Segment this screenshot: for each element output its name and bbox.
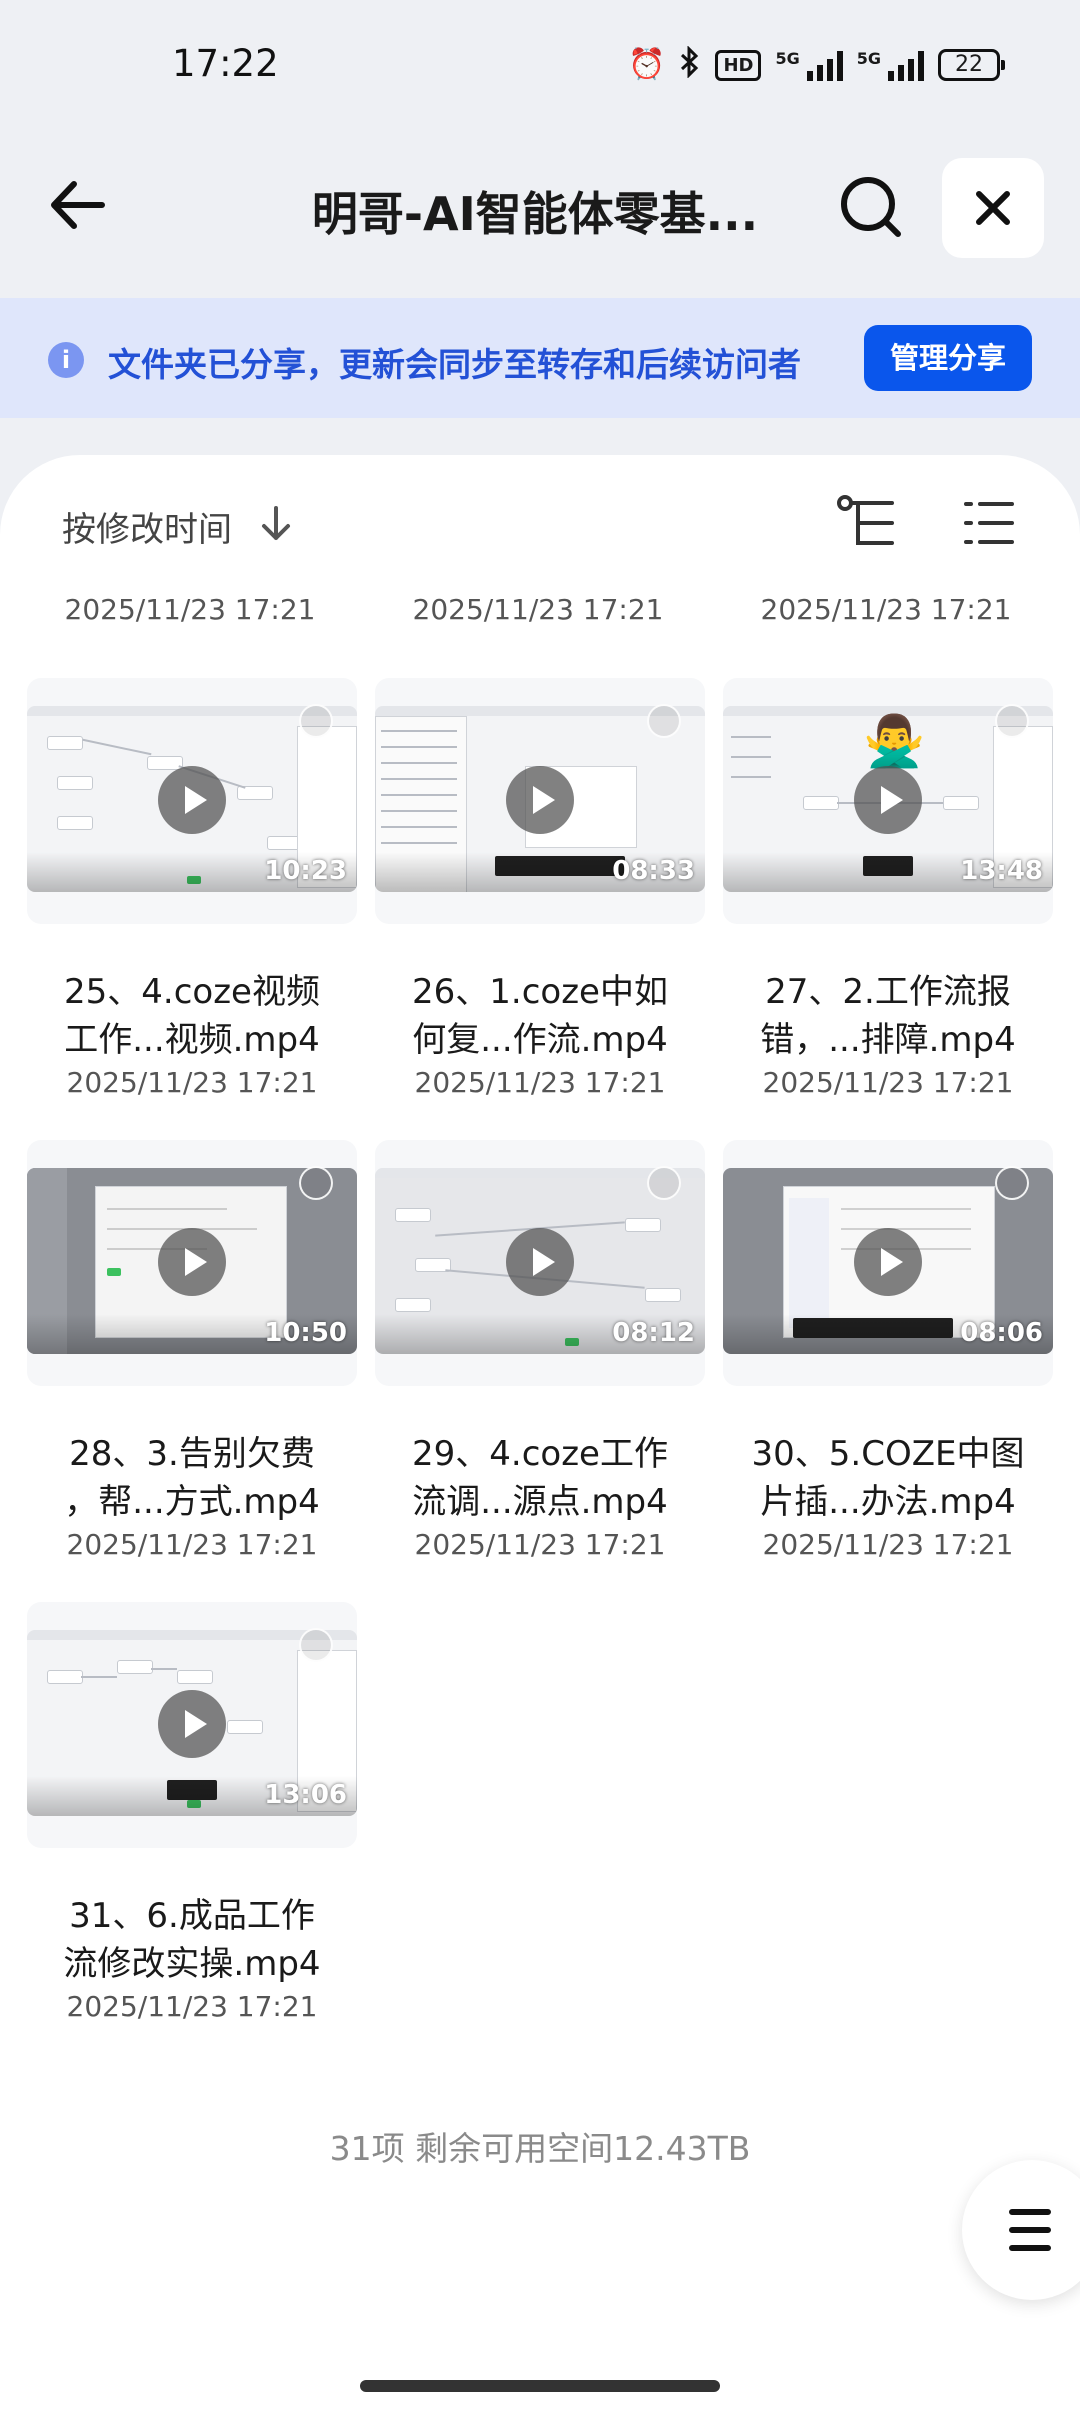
search-icon xyxy=(841,177,901,237)
play-icon xyxy=(854,766,922,834)
tree-view-button[interactable] xyxy=(836,494,898,552)
video-thumbnail[interactable]: 13:06 xyxy=(27,1602,357,1848)
video-duration: 08:33 xyxy=(612,856,695,886)
file-date: 2025/11/23 17:21 xyxy=(66,1528,318,1561)
video-duration: 13:48 xyxy=(960,856,1043,886)
video-thumbnail[interactable]: 08:06 xyxy=(723,1140,1053,1386)
close-button[interactable] xyxy=(942,158,1044,258)
search-button[interactable] xyxy=(836,172,906,242)
storage-summary: 31项 剩余可用空间12.43TB xyxy=(329,2129,751,2168)
menu-button[interactable] xyxy=(962,2160,1080,2300)
home-indicator[interactable] xyxy=(360,2380,720,2392)
play-icon xyxy=(158,1228,226,1296)
file-date: 2025/11/23 17:21 xyxy=(762,1066,1014,1099)
file-date: 2025/11/23 17:21 xyxy=(66,1066,318,1099)
video-thumbnail[interactable]: 10:50 xyxy=(27,1140,357,1386)
file-name: 31、6.成品工作 流修改实操.mp4 xyxy=(63,1896,321,1984)
back-button[interactable] xyxy=(44,170,114,240)
list-view-icon xyxy=(964,502,1014,544)
video-thumbnail[interactable]: 08:33 xyxy=(375,678,705,924)
select-checkbox[interactable] xyxy=(647,1166,681,1200)
video-thumbnail[interactable]: 08:12 xyxy=(375,1140,705,1386)
signal-5g-icon: 5G xyxy=(857,49,924,81)
file-date: 2025/11/23 17:21 xyxy=(414,1528,666,1561)
select-checkbox[interactable] xyxy=(995,1166,1029,1200)
play-icon xyxy=(506,766,574,834)
select-checkbox[interactable] xyxy=(299,1166,333,1200)
status-icons: ⏰ HD 5G 5G 22 xyxy=(628,45,1005,84)
play-icon xyxy=(506,1228,574,1296)
select-checkbox[interactable] xyxy=(299,1628,333,1662)
file-name: 25、4.coze视频 工作...视频.mp4 xyxy=(64,972,320,1060)
file-name: 27、2.工作流报 错，...排障.mp4 xyxy=(760,972,1016,1060)
signal-5g-icon: 5G xyxy=(775,49,843,81)
play-icon xyxy=(158,766,226,834)
file-name: 28、3.告别欠费 ，帮...方式.mp4 xyxy=(64,1434,320,1522)
file-date: 2025/11/23 17:21 xyxy=(64,593,316,626)
person-gesturing-no-icon: 🙅‍♂️ xyxy=(863,712,926,770)
file-date: 2025/11/23 17:21 xyxy=(412,593,664,626)
file-date: 2025/11/23 17:21 xyxy=(414,1066,666,1099)
manage-share-button[interactable]: 管理分享 xyxy=(864,325,1032,391)
tree-view-icon xyxy=(837,495,894,545)
arrow-left-icon xyxy=(51,181,105,229)
arrow-down-icon[interactable] xyxy=(258,504,294,544)
page-title: 明哥-AI智能体零基... xyxy=(311,187,759,241)
video-thumbnail[interactable]: 🙅‍♂️ 13:48 xyxy=(723,678,1053,924)
info-icon: i xyxy=(48,342,84,378)
file-name: 26、1.coze中如 何复...作流.mp4 xyxy=(412,972,668,1060)
hd-voice-icon: HD xyxy=(715,49,762,81)
file-name: 29、4.coze工作 流调...源点.mp4 xyxy=(412,1434,668,1522)
select-checkbox[interactable] xyxy=(647,704,681,738)
select-checkbox[interactable] xyxy=(299,704,333,738)
file-name: 30、5.COZE中图 片插...办法.mp4 xyxy=(751,1434,1025,1522)
play-icon xyxy=(158,1690,226,1758)
file-date: 2025/11/23 17:21 xyxy=(762,1528,1014,1561)
file-date: 2025/11/23 17:21 xyxy=(760,593,1012,626)
select-checkbox[interactable] xyxy=(995,704,1029,738)
status-time: 17:22 xyxy=(172,42,279,85)
sort-by-modified-button[interactable]: 按修改时间 xyxy=(62,502,232,551)
battery-icon: 22 xyxy=(938,49,1005,81)
play-icon xyxy=(854,1228,922,1296)
share-notice-text: 文件夹已分享，更新会同步至转存和后续访问者 xyxy=(108,345,801,384)
bluetooth-icon xyxy=(679,45,701,84)
video-duration: 08:06 xyxy=(960,1318,1043,1348)
file-date: 2025/11/23 17:21 xyxy=(66,1990,318,2023)
video-duration: 10:50 xyxy=(264,1318,347,1348)
video-thumbnail[interactable]: 10:23 xyxy=(27,678,357,924)
video-duration: 08:12 xyxy=(612,1318,695,1348)
video-duration: 10:23 xyxy=(264,856,347,886)
close-icon xyxy=(976,191,1010,225)
video-duration: 13:06 xyxy=(264,1780,347,1810)
list-view-button[interactable] xyxy=(962,498,1016,548)
alarm-icon: ⏰ xyxy=(628,47,666,82)
menu-icon xyxy=(1009,2209,1051,2251)
